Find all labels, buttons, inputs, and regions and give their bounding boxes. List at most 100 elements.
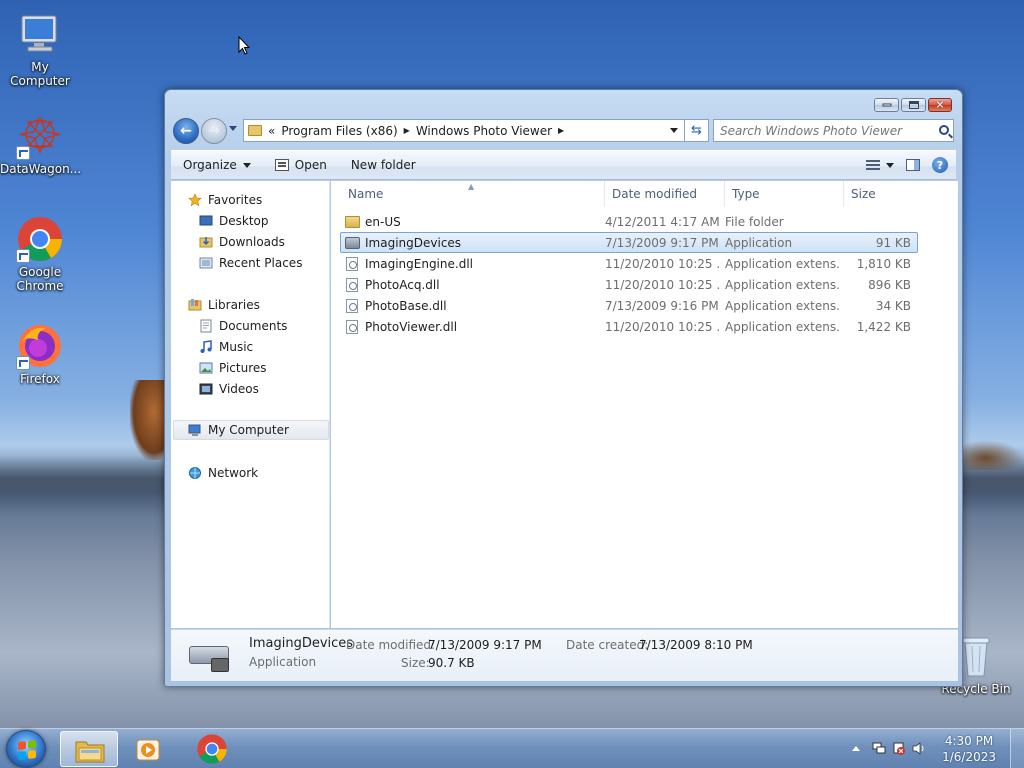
nav-label: Documents <box>219 319 288 333</box>
address-overflow[interactable]: « <box>268 124 275 138</box>
shortcut-arrow-icon <box>16 356 30 370</box>
nav-downloads[interactable]: Downloads <box>171 232 285 252</box>
volume-icon[interactable] <box>912 742 926 755</box>
views-icon <box>866 160 880 170</box>
network-icon <box>188 466 202 480</box>
details-pane: ImagingDevices Application Date modified… <box>171 629 958 681</box>
desktop-icon-label: My Computer <box>10 60 70 88</box>
show-desktop-button[interactable] <box>1010 729 1024 768</box>
file-row[interactable]: PhotoBase.dll 7/13/2009 9:16 PM Applicat… <box>341 296 917 316</box>
nav-pictures[interactable]: Pictures <box>171 358 267 378</box>
explorer-window[interactable]: ✕ ← → « Program Files (x86) ▶ Windows Ph… <box>164 89 963 687</box>
organize-button[interactable]: Organize <box>171 151 263 179</box>
dll-file-icon <box>346 257 358 271</box>
file-name: PhotoAcq.dll <box>365 278 440 292</box>
nav-label: Desktop <box>219 214 269 228</box>
computer-icon <box>188 423 202 437</box>
file-date: 11/20/2010 10:25 ... <box>605 320 720 334</box>
change-view-button[interactable] <box>866 160 894 170</box>
nav-favorites[interactable]: Favorites <box>171 190 262 210</box>
nav-my-computer[interactable]: My Computer <box>173 420 329 440</box>
chrome-icon <box>16 215 64 263</box>
nav-libraries[interactable]: Libraries <box>171 295 260 315</box>
nav-videos[interactable]: Videos <box>171 379 259 399</box>
search-input[interactable] <box>713 119 954 142</box>
new-folder-button[interactable]: New folder <box>339 151 428 179</box>
file-date: 11/20/2010 10:25 ... <box>605 257 720 271</box>
taskbar-clock[interactable]: 4:30 PM 1/6/2023 <box>942 733 996 765</box>
forward-button[interactable]: → <box>201 118 227 144</box>
maximize-button[interactable] <box>901 98 926 112</box>
file-type: File folder <box>725 215 784 229</box>
breadcrumb-chevron-icon[interactable]: ▶ <box>558 126 564 135</box>
nav-recent-places[interactable]: Recent Places <box>171 253 302 273</box>
windows-logo-icon <box>18 740 36 760</box>
details-size-label: Size: <box>401 656 430 670</box>
show-hidden-icons-button[interactable] <box>852 746 860 751</box>
start-button[interactable] <box>6 730 46 768</box>
refresh-button[interactable]: ⇆ <box>685 119 709 142</box>
file-row-selected[interactable]: ImagingDevices 7/13/2009 9:17 PM Applica… <box>340 232 918 253</box>
breadcrumb-chevron-icon[interactable]: ▶ <box>404 126 410 135</box>
preview-pane-icon[interactable] <box>906 159 920 171</box>
column-header-date-modified[interactable]: Date modified <box>605 181 725 207</box>
mouse-cursor-icon <box>238 36 250 55</box>
column-header-type[interactable]: Type <box>725 181 844 207</box>
desktop-icon-label: Google Chrome <box>16 265 64 293</box>
chrome-icon <box>197 734 227 764</box>
close-button[interactable]: ✕ <box>928 98 952 112</box>
search-icon[interactable] <box>939 125 949 135</box>
taskbar-media-player-button[interactable] <box>120 731 178 767</box>
recent-locations-dropdown[interactable] <box>229 126 237 131</box>
chevron-down-icon <box>242 162 251 168</box>
nav-documents[interactable]: Documents <box>171 316 287 336</box>
open-button[interactable]: Open <box>263 151 339 179</box>
back-button[interactable]: ← <box>173 118 199 144</box>
help-icon[interactable]: ? <box>932 157 948 173</box>
organize-label: Organize <box>183 158 237 172</box>
datawagon-icon <box>16 112 64 160</box>
libraries-icon <box>188 298 202 312</box>
file-name: PhotoBase.dll <box>365 299 447 313</box>
column-headers: Name ▲ Date modified Type Size <box>331 181 958 207</box>
file-size: 34 KB <box>875 299 911 313</box>
column-label: Name <box>348 187 384 201</box>
address-history-dropdown[interactable] <box>670 128 678 133</box>
network-status-icon[interactable] <box>872 742 886 755</box>
taskbar-explorer-button[interactable] <box>60 731 118 767</box>
file-row[interactable]: PhotoAcq.dll 11/20/2010 10:25 ... Applic… <box>341 275 917 295</box>
desktop-icon-google-chrome[interactable]: Google Chrome <box>0 215 80 293</box>
address-bar[interactable]: « Program Files (x86) ▶ Windows Photo Vi… <box>243 119 685 142</box>
file-size: 896 KB <box>868 278 911 292</box>
taskbar-chrome-button[interactable] <box>183 731 241 767</box>
clock-date: 1/6/2023 <box>942 750 996 764</box>
desktop-icon-datawagon[interactable]: DataWagon... <box>0 112 81 176</box>
nav-desktop[interactable]: Desktop <box>171 211 269 231</box>
breadcrumb-program-files-x86[interactable]: Program Files (x86) <box>281 124 397 138</box>
breadcrumb-windows-photo-viewer[interactable]: Windows Photo Viewer <box>416 124 552 138</box>
file-name: ImagingEngine.dll <box>365 257 473 271</box>
recent-places-icon <box>199 256 213 270</box>
documents-icon <box>199 319 213 333</box>
dll-file-icon <box>346 299 358 313</box>
column-header-size[interactable]: Size <box>844 181 924 207</box>
action-center-icon[interactable] <box>892 742 906 755</box>
column-label: Type <box>732 187 760 201</box>
file-size <box>841 212 911 232</box>
nav-network[interactable]: Network <box>171 463 258 483</box>
desktop-icon-firefox[interactable]: Firefox <box>0 322 80 386</box>
desktop-icon-my-computer[interactable]: My Computer <box>0 10 80 88</box>
minimize-button[interactable] <box>874 98 899 112</box>
file-name: ImagingDevices <box>365 236 462 250</box>
nav-music[interactable]: Music <box>171 337 253 357</box>
folder-icon <box>75 741 105 763</box>
file-row[interactable]: PhotoViewer.dll 11/20/2010 10:25 ... App… <box>341 317 917 337</box>
file-row[interactable]: ImagingEngine.dll 11/20/2010 10:25 ... A… <box>341 254 917 274</box>
open-label: Open <box>294 158 327 172</box>
file-date: 4/12/2011 4:17 AM <box>605 215 720 229</box>
taskbar: 4:30 PM 1/6/2023 <box>0 728 1024 768</box>
file-row[interactable]: en-US 4/12/2011 4:17 AM File folder <box>341 212 917 232</box>
shortcut-arrow-icon <box>16 146 30 160</box>
shortcut-arrow-icon <box>16 249 30 263</box>
nav-label: Downloads <box>219 235 285 249</box>
